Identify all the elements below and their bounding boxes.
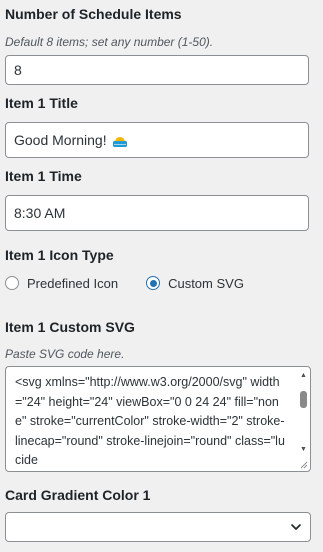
item1-title-value: Good Morning! bbox=[14, 132, 107, 148]
item1-custom-svg-description: Paste SVG code here. bbox=[5, 347, 125, 361]
custom-svg-label: Custom SVG bbox=[168, 275, 244, 291]
schedule-count-input[interactable]: 8 bbox=[5, 55, 309, 85]
item1-time-label: Item 1 Time bbox=[5, 168, 82, 184]
textarea-scrollbar[interactable]: ▲ ▼ bbox=[299, 371, 308, 467]
custom-svg-textarea[interactable]: <svg xmlns="http://www.w3.org/2000/svg" … bbox=[5, 366, 311, 472]
custom-svg-radio[interactable] bbox=[146, 276, 161, 290]
sunrise-icon bbox=[112, 132, 128, 148]
custom-svg-code: <svg xmlns="http://www.w3.org/2000/svg" … bbox=[15, 375, 285, 467]
item1-title-input[interactable]: Good Morning! bbox=[5, 122, 309, 158]
predefined-icon-label: Predefined Icon bbox=[27, 275, 119, 291]
item1-title-label: Item 1 Title bbox=[5, 95, 78, 111]
item1-custom-svg-label: Item 1 Custom SVG bbox=[5, 319, 135, 335]
card-gradient-select[interactable] bbox=[5, 512, 311, 542]
schedule-count-description: Default 8 items; set any number (1-50). bbox=[5, 35, 214, 49]
scroll-down-icon[interactable]: ▼ bbox=[299, 445, 308, 453]
scroll-up-icon[interactable]: ▲ bbox=[299, 371, 308, 379]
chevron-down-icon bbox=[291, 524, 301, 530]
schedule-count-value: 8 bbox=[14, 62, 22, 78]
icon-type-radio-group: Predefined Icon Custom SVG bbox=[5, 274, 244, 292]
scroll-thumb[interactable] bbox=[300, 391, 307, 408]
resize-handle-icon[interactable] bbox=[299, 460, 308, 469]
card-gradient-label: Card Gradient Color 1 bbox=[5, 487, 151, 503]
item1-time-input[interactable]: 8:30 AM bbox=[5, 195, 309, 231]
predefined-icon-radio[interactable] bbox=[5, 276, 19, 290]
item1-icon-type-label: Item 1 Icon Type bbox=[5, 247, 114, 263]
item1-time-value: 8:30 AM bbox=[14, 205, 66, 221]
schedule-count-label: Number of Schedule Items bbox=[5, 6, 182, 22]
